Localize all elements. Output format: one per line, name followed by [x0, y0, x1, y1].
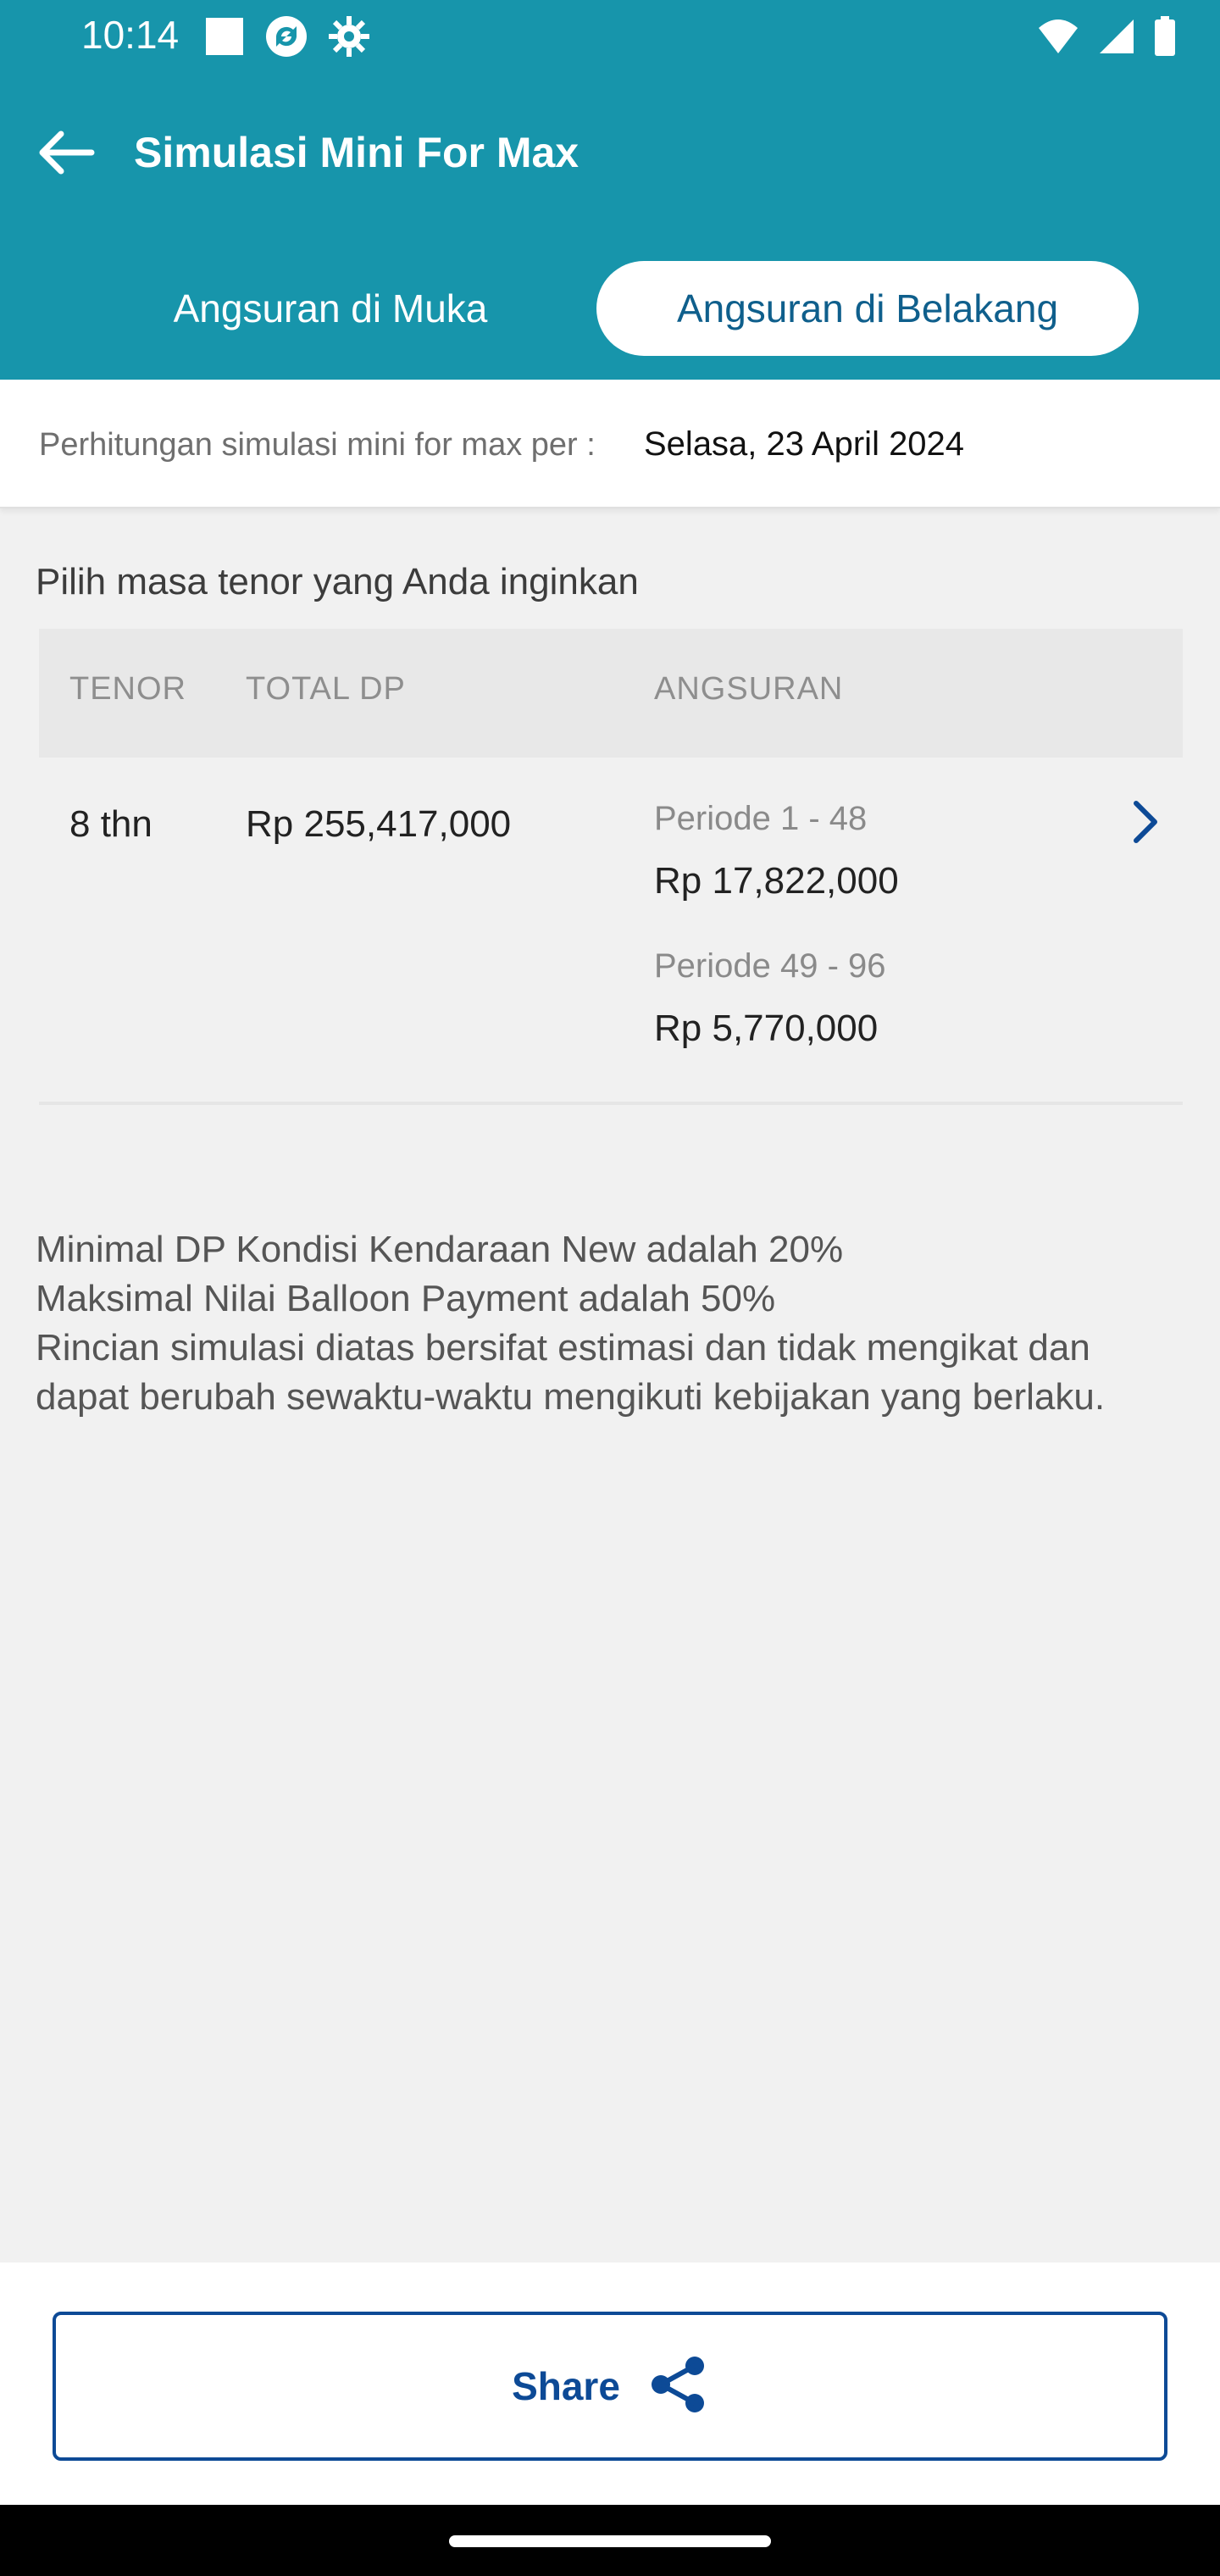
period-block: Periode 1 - 48 Rp 17,822,000	[654, 800, 899, 902]
square-icon	[203, 15, 246, 62]
share-button[interactable]: Share	[53, 2312, 1167, 2461]
bottom-bar: Share	[0, 2262, 1220, 2505]
home-indicator[interactable]	[449, 2535, 771, 2547]
gear-icon	[327, 14, 371, 63]
page-title: Simulasi Mini For Max	[134, 129, 580, 176]
note-min-dp: Minimal DP Kondisi Kendaraan New adalah …	[36, 1229, 844, 1270]
period-block: Periode 49 - 96 Rp 5,770,000	[654, 947, 886, 1050]
period-label: Periode 49 - 96	[654, 947, 886, 985]
period-label: Periode 1 - 48	[654, 800, 868, 837]
note-max-balloon: Maksimal Nilai Balloon Payment adalah 50…	[36, 1278, 776, 1319]
table-row[interactable]: 8 thn Rp 255,417,000 Periode 1 - 48 Rp 1…	[39, 758, 1183, 1105]
share-label: Share	[512, 2364, 620, 2408]
status-time: 10:14	[81, 13, 180, 57]
tenor-table: TENOR TOTAL DP ANGSURAN 8 thn Rp 255,417…	[39, 629, 1183, 1105]
period-value: Rp 17,822,000	[654, 860, 899, 902]
wifi-icon	[1037, 18, 1079, 59]
sync-icon	[264, 14, 308, 63]
arrow-left-icon	[36, 129, 97, 180]
tab-bar: Angsuran di Muka Angsuran di Belakang	[0, 261, 1220, 356]
info-date: Selasa, 23 April 2024	[644, 425, 965, 463]
back-button[interactable]	[29, 127, 103, 181]
navigation-bar	[0, 2505, 1220, 2576]
tab-angsuran-di-muka[interactable]: Angsuran di Muka	[59, 261, 602, 356]
cell-tenor: 8 thn	[69, 803, 152, 845]
header-angsuran: ANGSURAN	[654, 671, 844, 707]
note-disclaimer: Rincian simulasi diatas bersifat estimas…	[36, 1327, 1106, 1418]
battery-icon	[1154, 15, 1176, 61]
section-title: Pilih masa tenor yang Anda inginkan	[36, 561, 639, 602]
info-card: Perhitungan simulasi mini for max per : …	[0, 380, 1220, 508]
cell-total-dp: Rp 255,417,000	[246, 803, 512, 845]
notes: Minimal DP Kondisi Kendaraan New adalah …	[36, 1225, 1188, 1422]
status-left-icons	[203, 15, 371, 61]
table-header: TENOR TOTAL DP ANGSURAN	[39, 629, 1183, 758]
app-bar: Simulasi Mini For Max	[0, 110, 1220, 198]
tab-angsuran-di-belakang[interactable]: Angsuran di Belakang	[596, 261, 1139, 356]
header: 10:14 Simulasi Mini For Max Angsuran di …	[0, 0, 1220, 380]
status-right-icons	[1037, 15, 1176, 61]
period-value: Rp 5,770,000	[654, 1008, 879, 1049]
status-bar: 10:14	[0, 0, 1220, 76]
share-icon	[647, 2356, 708, 2418]
chevron-right-icon[interactable]	[1123, 797, 1167, 847]
header-total-dp: TOTAL DP	[246, 671, 406, 707]
header-tenor: TENOR	[69, 671, 186, 707]
info-label: Perhitungan simulasi mini for max per :	[39, 427, 596, 463]
signal-icon	[1098, 18, 1135, 59]
